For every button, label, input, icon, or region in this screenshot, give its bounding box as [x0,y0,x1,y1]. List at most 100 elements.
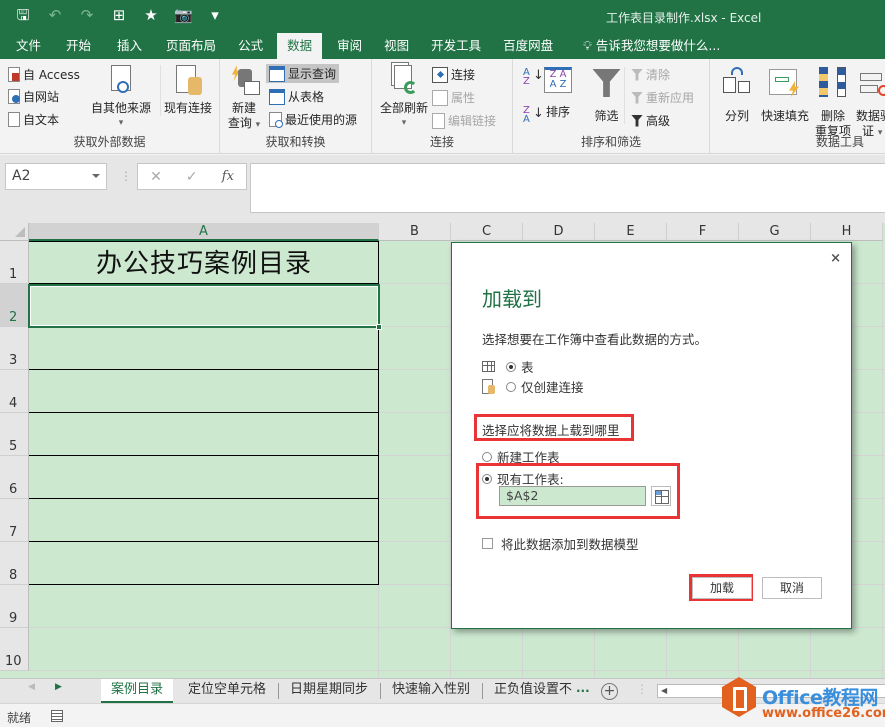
recent-sources-button[interactable]: 最近使用的源 [269,111,357,128]
customize-qat-icon[interactable]: ▾ [206,6,224,24]
from-text-button[interactable]: 自文本 [8,111,59,128]
sheet-tab-gender[interactable]: 快速输入性别 [382,679,480,703]
row-header-7[interactable]: 7 [0,499,29,542]
tab-page-layout[interactable]: 页面布局 [154,33,228,59]
column-header-b[interactable]: B [379,223,451,241]
scroll-left-icon[interactable]: ◀ [661,686,667,695]
add-to-data-model[interactable]: 将此数据添加到数据模型 [482,534,639,553]
tab-view[interactable]: 视图 [373,33,420,59]
option-connection-only[interactable]: 仅创建连接 [482,377,584,396]
redo-icon[interactable]: ↷ [78,6,96,24]
filter-button[interactable]: 筛选 [589,67,625,124]
remove-duplicates-button[interactable]: 删除 重复项 [814,67,852,139]
column-header-h[interactable]: H [811,223,883,241]
selected-cell-a2[interactable] [28,284,382,330]
radio-table[interactable] [506,361,516,372]
sheet-tab-cases[interactable]: 案例目录 [101,679,174,703]
tab-review[interactable]: 审阅 [326,33,373,59]
existing-connections-button[interactable]: 现有连接 [160,65,215,116]
tab-developer[interactable]: 开发工具 [420,33,492,59]
more-tabs[interactable]: ... [576,681,590,695]
sort-button[interactable]: Z AA Z 排序 [541,67,575,120]
edit-links-button[interactable]: 编辑链接 [432,112,496,129]
enter-icon[interactable]: ✓ [186,169,198,185]
from-table-button[interactable]: 从表格 [269,88,324,105]
tab-home[interactable]: 开始 [52,33,105,59]
row-header-5[interactable]: 5 [0,413,29,456]
cell-a5[interactable] [29,413,379,456]
from-other-sources-button[interactable]: 自其他来源 ▾ [88,65,154,131]
tell-me-box[interactable]: 💡︎ 告诉我您想要做什么... [572,33,731,59]
show-queries-button[interactable]: 显示查询 [266,64,340,83]
tab-file[interactable]: 文件 [0,33,52,59]
tab-data[interactable]: 数据 [277,33,323,59]
cell-a1[interactable]: 办公技巧案例目录 [29,241,379,284]
cell-a4[interactable] [29,370,379,413]
column-header-f[interactable]: F [667,223,739,241]
close-icon[interactable]: × [830,251,841,266]
splitter-handle[interactable]: ⋮ [120,169,132,183]
scroll-tabs-right-icon[interactable]: ▶ [55,682,62,692]
row-header-6[interactable]: 6 [0,456,29,499]
advanced-filter-button[interactable]: 高级 [631,112,670,129]
row-header-10[interactable]: 10 [0,628,29,671]
properties-button[interactable]: 属性 [432,89,475,106]
column-header-c[interactable]: C [451,223,523,241]
fill-handle[interactable] [376,324,382,330]
row-header-4[interactable]: 4 [0,370,29,413]
sheet-tab-positive-negative[interactable]: 正负值设置不 [484,679,572,703]
range-input[interactable]: $A$2 [499,486,646,506]
scroll-tabs-left-icon[interactable]: ◀ [28,682,35,692]
tab-baidu-pan[interactable]: 百度网盘 [492,33,564,59]
sheet-tab-locate-blank[interactable]: 定位空单元格 [178,679,276,703]
new-query-button[interactable]: 新建 查询 ▾ [224,65,264,133]
text-to-columns-button[interactable]: 分列 [720,67,754,124]
range-select-button[interactable] [651,486,671,506]
undo-icon[interactable]: ↶ [46,6,64,24]
connections-button[interactable]: 连接 [432,66,475,83]
row-header-8[interactable]: 8 [0,542,29,585]
camera-icon[interactable]: 📷 [174,6,193,24]
splitter-handle[interactable]: ⋮ [636,682,648,696]
insert-function-icon[interactable]: fx [222,169,234,184]
cell-a8[interactable] [29,542,379,585]
sort-asc-button[interactable]: A Z ↓ [523,68,544,87]
select-all-corner[interactable] [0,223,29,241]
option-table[interactable]: 表 [482,357,534,376]
load-button[interactable]: 加载 [692,577,752,599]
column-header-g[interactable]: G [739,223,811,241]
save-icon[interactable]: 🖫 [14,6,32,24]
row-header-2[interactable]: 2 [0,284,29,327]
cancel-icon[interactable]: ✕ [150,169,162,185]
row-header-3[interactable]: 3 [0,327,29,370]
clear-filter-button[interactable]: 清除 [631,66,670,83]
cell-a7[interactable] [29,499,379,542]
name-box[interactable]: A2 [5,163,107,190]
column-header-d[interactable]: D [523,223,595,241]
refresh-all-button[interactable]: 全部刷新 ▾ [376,65,432,131]
row-header-1[interactable]: 1 [0,241,29,284]
column-header-a[interactable]: A [29,223,379,241]
from-web-button[interactable]: 自网站 [8,88,59,105]
form-icon[interactable]: ⊞ [110,6,128,24]
formula-input[interactable] [250,163,885,213]
chevron-down-icon[interactable] [92,174,100,178]
radio-existing-worksheet[interactable] [482,473,492,484]
sort-desc-button[interactable]: Z A ↓ [523,106,544,125]
reapply-button[interactable]: 重新应用 [631,89,694,106]
data-validation-button[interactable]: 数据验证 ▾ [856,67,885,141]
sheet-tab-date-weekday[interactable]: 日期星期同步 [280,679,378,703]
tab-formulas[interactable]: 公式 [228,33,273,59]
flash-fill-button[interactable]: 快速填充 [758,67,812,124]
favorites-icon[interactable]: ★ [142,6,160,24]
cell-a6[interactable] [29,456,379,499]
radio-new-worksheet[interactable] [482,451,492,462]
cancel-button[interactable]: 取消 [762,577,822,599]
macro-record-icon[interactable] [51,710,63,722]
from-access-button[interactable]: 自 Access [8,66,80,83]
cell-a3[interactable] [29,327,379,370]
tab-insert[interactable]: 插入 [105,33,154,59]
add-sheet-icon[interactable]: + [601,683,618,700]
radio-connection-only[interactable] [506,381,516,392]
row-header-9[interactable]: 9 [0,585,29,628]
